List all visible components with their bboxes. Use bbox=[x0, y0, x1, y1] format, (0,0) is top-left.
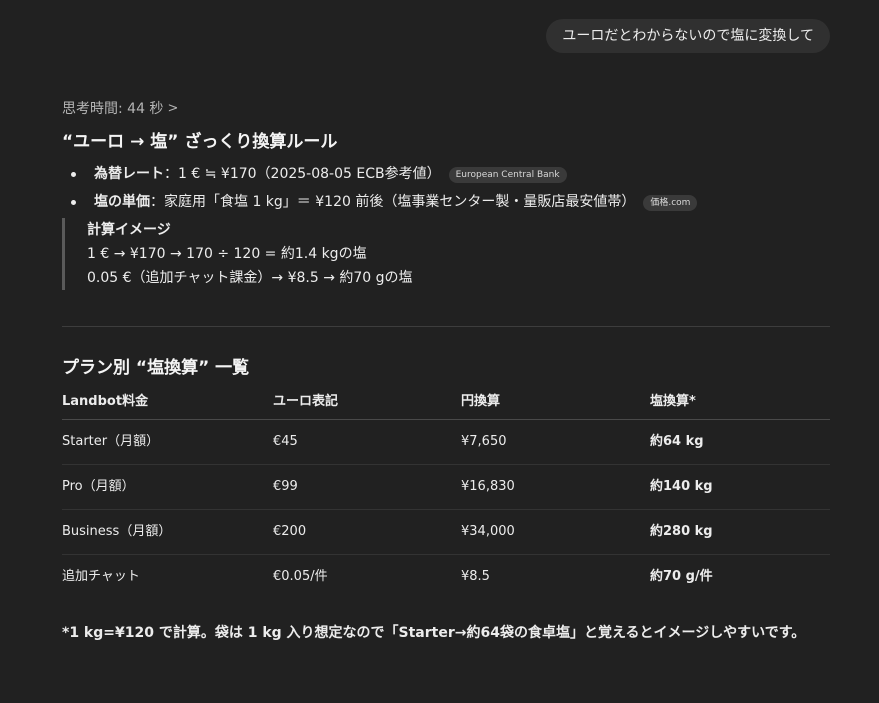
bullet-icon bbox=[71, 200, 76, 205]
source-chip-ecb[interactable]: European Central Bank bbox=[448, 167, 567, 183]
table-heading: プラン別 “塩換算” 一覧 bbox=[62, 358, 250, 378]
table-cell: ¥16,830 bbox=[461, 464, 650, 510]
table-header-cell: 塩換算* bbox=[650, 387, 830, 420]
chevron-right-icon: > bbox=[167, 101, 179, 116]
rule-title: 為替レート bbox=[94, 166, 164, 182]
table-cell: 約280 kg bbox=[650, 509, 830, 555]
table-cell: €0.05/件 bbox=[273, 569, 328, 584]
rules-list: 為替レート：1 € ≒ ¥170（2025-08-05 ECB参考値） Europ… bbox=[62, 162, 830, 214]
rule-text: ：1 € ≒ ¥170（2025-08-05 ECB参考値） bbox=[164, 166, 441, 182]
assistant-response: 思考時間: 44 秒 > “ユーロ → 塩” ざっくり換算ルール 為替レート：1… bbox=[62, 98, 830, 647]
table-cell: €99 bbox=[273, 464, 461, 510]
table-row: 追加チャット €0.05/件 ¥8.5 約70 g/件 bbox=[62, 555, 830, 600]
table-cell: 追加チャット bbox=[62, 569, 140, 584]
table-cell: 約140 kg bbox=[650, 464, 830, 510]
section-divider bbox=[62, 326, 830, 327]
plan-table: Landbot料金 ユーロ表記 円換算 塩換算* Starter（月額） €45… bbox=[62, 387, 830, 599]
table-cell: 約64 kg bbox=[650, 419, 830, 465]
table-row: Business（月額） €200 ¥34,000 約280 kg bbox=[62, 509, 830, 555]
table-header-row: Landbot料金 ユーロ表記 円換算 塩換算* bbox=[62, 387, 830, 420]
user-message-row: ユーロだとわからないので塩に変換して bbox=[546, 19, 830, 53]
bullet-icon bbox=[71, 172, 76, 177]
rules-heading: “ユーロ → 塩” ざっくり換算ルール bbox=[62, 132, 338, 152]
source-chip-kakaku[interactable]: 価格.com bbox=[643, 195, 698, 211]
calc-blockquote: 計算イメージ 1 € → ¥170 → 170 ÷ 120 = 約1.4 kgの… bbox=[62, 218, 830, 290]
user-message-bubble: ユーロだとわからないので塩に変換して bbox=[546, 19, 830, 53]
rule-text: ：家庭用「食塩 1 kg」＝ ¥120 前後（塩事業センター製・量販店最安値帯） bbox=[150, 194, 636, 210]
table-cell: €45 bbox=[273, 419, 461, 465]
table-row: Starter（月額） €45 ¥7,650 約64 kg bbox=[62, 419, 830, 465]
table-row: Pro（月額） €99 ¥16,830 約140 kg bbox=[62, 464, 830, 510]
rule-title: 塩の単価 bbox=[94, 194, 150, 210]
table-header-cell: 円換算 bbox=[461, 387, 650, 420]
table-cell: Pro（月額） bbox=[62, 464, 273, 510]
table-cell: ¥7,650 bbox=[461, 419, 650, 465]
table-header-cell: ユーロ表記 bbox=[273, 387, 461, 420]
rule-item-salt-price: 塩の単価：家庭用「食塩 1 kg」＝ ¥120 前後（塩事業センター製・量販店最… bbox=[62, 190, 830, 214]
footnote: *1 kg=¥120 で計算。袋は 1 kg 入り想定なので「Starter→約… bbox=[62, 625, 806, 641]
thought-duration-label: 思考時間: 44 秒 bbox=[62, 101, 164, 117]
calc-title: 計算イメージ bbox=[87, 222, 171, 238]
table-cell: Business（月額） bbox=[62, 509, 273, 555]
table-cell: ¥8.5 bbox=[461, 569, 490, 584]
thought-duration-toggle[interactable]: 思考時間: 44 秒 > bbox=[62, 98, 830, 120]
table-header-cell: Landbot料金 bbox=[62, 387, 273, 420]
table-cell: 約70 g/件 bbox=[650, 569, 713, 584]
calc-line-2: 0.05 €（追加チャット課金）→ ¥8.5 → 約70 gの塩 bbox=[87, 270, 413, 286]
table-cell: €200 bbox=[273, 509, 461, 555]
rule-item-exchange-rate: 為替レート：1 € ≒ ¥170（2025-08-05 ECB参考値） Europ… bbox=[62, 162, 830, 186]
calc-line-1: 1 € → ¥170 → 170 ÷ 120 = 約1.4 kgの塩 bbox=[87, 246, 367, 262]
table-cell: Starter（月額） bbox=[62, 419, 273, 465]
table-cell: ¥34,000 bbox=[461, 509, 650, 555]
